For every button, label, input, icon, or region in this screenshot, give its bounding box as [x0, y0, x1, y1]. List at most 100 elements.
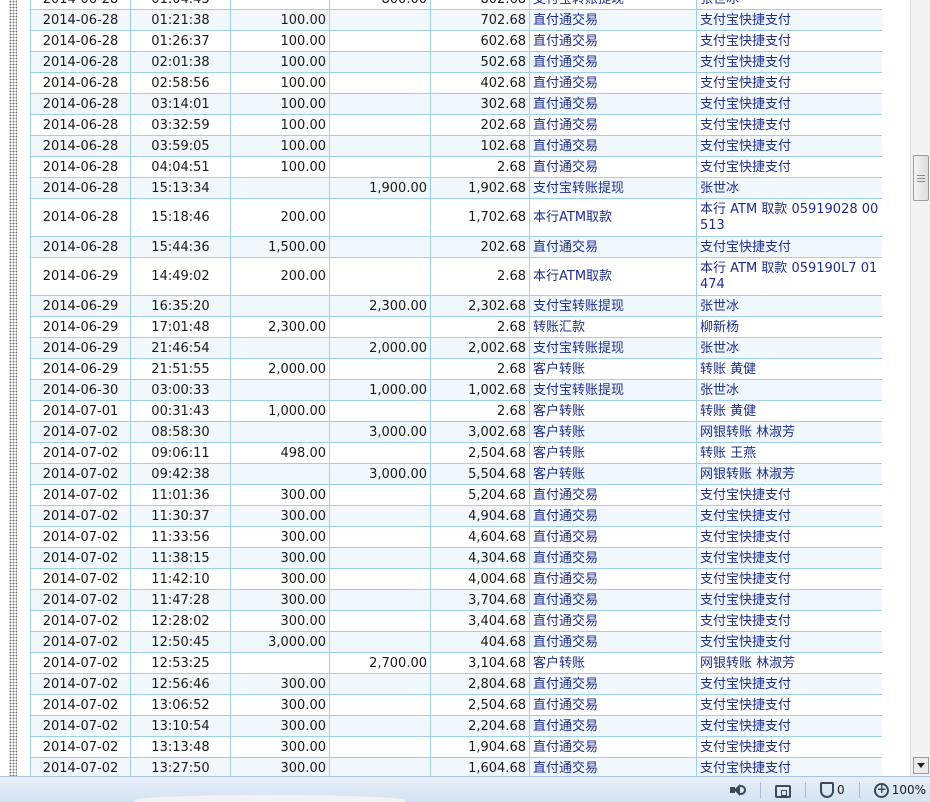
cell-party: 支付宝快捷支付	[696, 156, 882, 178]
table-row[interactable]: 2014-06-29 21:51:55 2,000.00 2.68 客户转账 转账 黄健	[30, 358, 882, 380]
scrollbar-thumb[interactable]	[913, 155, 929, 201]
cell-time: 14:49:02	[130, 257, 231, 296]
table-row[interactable]: 2014-06-28 15:13:34 1,900.00 1,902.68 支付宝转账提…	[30, 177, 882, 199]
package-control[interactable]	[775, 783, 792, 798]
cell-credit	[329, 673, 431, 695]
table-row[interactable]: 2014-07-02 11:38:15 300.00 4,304.68 直付通交易 支付宝…	[30, 547, 882, 569]
table-row[interactable]: 2014-07-02 11:42:10 300.00 4,004.68 直付通交易 支付宝…	[30, 568, 882, 590]
cell-type: 客户转账	[529, 463, 697, 485]
cell-type: 直付通交易	[529, 715, 697, 737]
cell-type: 直付通交易	[529, 135, 697, 157]
table-row[interactable]: 2014-07-02 13:06:52 300.00 2,504.68 直付通交易 支付宝…	[30, 694, 882, 716]
cell-credit: 1,000.00	[329, 379, 431, 401]
cell-date: 2014-06-29	[30, 337, 131, 359]
cell-type: 客户转账	[529, 421, 697, 443]
cell-date: 2014-06-28	[30, 72, 131, 94]
table-row[interactable]: 2014-06-30 03:00:33 1,000.00 1,002.68 支付宝转账提…	[30, 379, 882, 401]
table-row[interactable]: 2014-07-02 13:10:54 300.00 2,204.68 直付通交易 支付宝…	[30, 715, 882, 737]
table-row[interactable]: 2014-07-02 12:28:02 300.00 3,404.68 直付通交易 支付宝…	[30, 610, 882, 632]
cell-party: 支付宝快捷支付	[696, 589, 882, 611]
cell-balance: 4,604.68	[430, 526, 530, 548]
cell-credit: 800.00	[329, 0, 431, 10]
cell-type: 直付通交易	[529, 236, 697, 258]
scroll-down-button[interactable]	[913, 757, 929, 774]
cell-date: 2014-07-02	[30, 694, 131, 716]
table-row[interactable]: 2014-07-02 09:06:11 498.00 2,504.68 客户转账 转账 王…	[30, 442, 882, 464]
table-row[interactable]: 2014-06-28 15:18:46 200.00 1,702.68 本行ATM取款本…	[30, 198, 882, 237]
cell-credit	[329, 316, 431, 338]
cell-debit	[230, 379, 330, 401]
zoom-control[interactable]: 100%	[873, 782, 926, 798]
table-row[interactable]: 2014-06-2801:04:43 800.00802.68支付宝转账提现张世冰	[30, 0, 882, 10]
cell-debit: 300.00	[230, 526, 330, 548]
cell-type: 直付通交易	[529, 736, 697, 758]
cell-time: 21:46:54	[130, 337, 231, 359]
table-row[interactable]: 2014-06-28 03:32:59 100.00 202.68 直付通交易 支付宝快捷…	[30, 114, 882, 136]
cell-time: 04:04:51	[130, 156, 231, 178]
cell-balance: 4,304.68	[430, 547, 530, 569]
table-row[interactable]: 2014-07-02 11:33:56 300.00 4,604.68 直付通交易 支付宝…	[30, 526, 882, 548]
cell-date: 2014-06-28	[30, 177, 131, 199]
cell-date: 2014-06-28	[30, 9, 131, 31]
cell-time: 03:59:05	[130, 135, 231, 157]
table-row[interactable]: 2014-07-02 09:42:38 3,000.00 5,504.68 客户转账 网银…	[30, 463, 882, 485]
sound-control[interactable]	[728, 782, 747, 798]
table-row[interactable]: 2014-06-28 04:04:51 100.00 2.68 直付通交易 支付宝快捷支付	[30, 156, 882, 178]
arrow-down-icon	[917, 763, 925, 768]
cell-balance: 1,902.68	[430, 177, 530, 199]
table-row[interactable]: 2014-06-28 02:58:56 100.00 402.68 直付通交易 支付宝快捷…	[30, 72, 882, 94]
cell-time: 00:31:43	[130, 400, 231, 422]
cell-balance: 3,404.68	[430, 610, 530, 632]
frame-splitter[interactable]	[9, 0, 17, 776]
cell-time: 03:00:33	[130, 379, 231, 401]
cell-credit	[329, 568, 431, 590]
table-row[interactable]: 2014-07-02 13:27:50 300.00 1,604.68 直付通交易 支付宝…	[30, 757, 882, 776]
cell-credit	[329, 72, 431, 94]
cell-balance: 3,704.68	[430, 589, 530, 611]
cell-debit: 300.00	[230, 715, 330, 737]
table-row[interactable]: 2014-07-02 12:56:46 300.00 2,804.68 直付通交易 支付宝…	[30, 673, 882, 695]
table-row[interactable]: 2014-07-02 08:58:30 3,000.00 3,002.68 客户转账 网银…	[30, 421, 882, 443]
cell-credit	[329, 589, 431, 611]
table-row[interactable]: 2014-07-02 12:53:25 2,700.00 3,104.68 客户转账 网银…	[30, 652, 882, 674]
cell-credit	[329, 51, 431, 73]
cell-debit	[230, 295, 330, 317]
table-row[interactable]: 2014-06-29 17:01:48 2,300.00 2.68 转账汇款 柳新杨	[30, 316, 882, 338]
cell-party: 支付宝快捷支付	[696, 93, 882, 115]
table-row[interactable]: 2014-06-28 15:44:36 1,500.00 202.68 直付通交易 支付宝…	[30, 236, 882, 258]
vertical-scrollbar[interactable]	[910, 0, 930, 776]
table-row[interactable]: 2014-06-28 02:01:38 100.00 502.68 直付通交易 支付宝快捷…	[30, 51, 882, 73]
cell-time: 15:44:36	[130, 236, 231, 258]
table-row[interactable]: 2014-07-02 11:30:37 300.00 4,904.68 直付通交易 支付宝…	[30, 505, 882, 527]
table-row[interactable]: 2014-06-29 21:46:54 2,000.00 2,002.68 支付宝转账提…	[30, 337, 882, 359]
table-row[interactable]: 2014-07-01 00:31:43 1,000.00 2.68 客户转账 转账 黄健	[30, 400, 882, 422]
cell-type: 支付宝转账提现	[529, 177, 697, 199]
cell-debit: 300.00	[230, 757, 330, 776]
cell-time: 21:51:55	[130, 358, 231, 380]
cell-type: 支付宝转账提现	[529, 337, 697, 359]
table-row[interactable]: 2014-06-28 03:14:01 100.00 302.68 直付通交易 支付宝快捷…	[30, 93, 882, 115]
table-row[interactable]: 2014-07-02 11:47:28 300.00 3,704.68 直付通交易 支付宝…	[30, 589, 882, 611]
adblock-control[interactable]: 0	[820, 782, 845, 798]
cell-debit: 100.00	[230, 30, 330, 52]
table-row[interactable]: 2014-07-02 11:01:36 300.00 5,204.68 直付通交易 支付宝…	[30, 484, 882, 506]
cell-party: 转账 黄健	[696, 358, 882, 380]
cell-party: 支付宝快捷支付	[696, 757, 882, 776]
table-row[interactable]: 2014-06-29 14:49:02 200.00 2.68 本行ATM取款 本行 AT…	[30, 257, 882, 296]
table-row[interactable]: 2014-07-02 12:50:45 3,000.00 404.68 直付通交易 支付宝…	[30, 631, 882, 653]
overlapping-window-edge	[135, 795, 405, 802]
cell-party: 支付宝快捷支付	[696, 694, 882, 716]
table-row[interactable]: 2014-06-29 16:35:20 2,300.00 2,302.68 支付宝转账提…	[30, 295, 882, 317]
shield-icon	[820, 782, 835, 798]
table-row[interactable]: 2014-07-02 13:13:48 300.00 1,904.68 直付通交易 支付宝…	[30, 736, 882, 758]
cell-party: 张世冰	[696, 337, 882, 359]
right-margin	[882, 0, 910, 776]
table-row[interactable]: 2014-06-28 01:26:37 100.00 602.68 直付通交易 支付宝快捷…	[30, 30, 882, 52]
cell-credit: 1,900.00	[329, 177, 431, 199]
table-row[interactable]: 2014-06-28 03:59:05 100.00 102.68 直付通交易 支付宝快捷…	[30, 135, 882, 157]
cell-date: 2014-07-02	[30, 715, 131, 737]
table-row[interactable]: 2014-06-28 01:21:38 100.00 702.68 直付通交易 支付宝快捷…	[30, 9, 882, 31]
cell-balance: 3,002.68	[430, 421, 530, 443]
cell-credit	[329, 156, 431, 178]
cell-date: 2014-07-02	[30, 736, 131, 758]
